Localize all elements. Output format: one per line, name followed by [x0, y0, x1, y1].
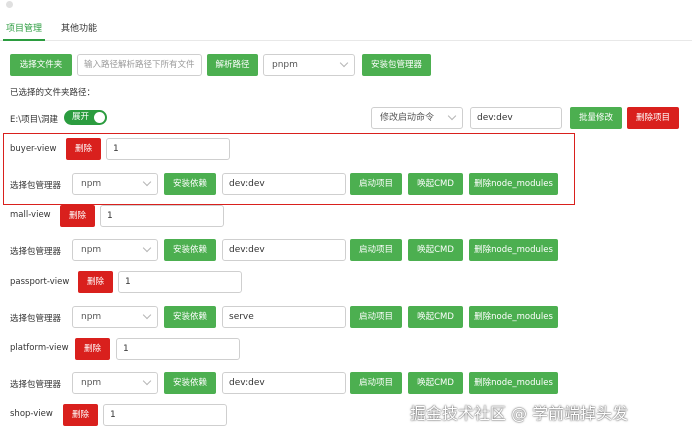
remove-node-modules-button[interactable]: 删除node_modules	[469, 372, 558, 394]
remove-node-modules-button[interactable]: 删除node_modules	[469, 239, 558, 261]
pm-label: 选择包管理器	[10, 380, 62, 390]
toggle-knob	[94, 112, 105, 123]
passport-view-pm-select[interactable]: npm	[72, 306, 158, 328]
project-name-mall-view: mall-view	[10, 210, 51, 220]
project-name-buyer-view: buyer-view	[10, 144, 57, 154]
pm-select-value: npm	[81, 312, 102, 322]
start-command-input[interactable]: dev:dev	[222, 173, 346, 195]
delete-shop-view-button[interactable]: 删除	[63, 404, 98, 426]
chevron-down-icon	[142, 376, 152, 386]
remove-node-modules-button[interactable]: 删除node_modules	[469, 306, 558, 328]
start-project-button[interactable]: 启动项目	[350, 306, 402, 328]
tab-divider	[0, 40, 692, 41]
chevron-down-icon	[447, 111, 457, 121]
choose-folder-button[interactable]: 选择文件夹	[10, 54, 72, 76]
chevron-down-icon	[142, 177, 152, 187]
chevron-down-icon	[142, 243, 152, 253]
package-manager-value: pnpm	[272, 60, 298, 70]
pm-select-value: npm	[81, 378, 102, 388]
mall-view-pm-select[interactable]: npm	[72, 239, 158, 261]
tab-project-management[interactable]: 项目管理	[6, 21, 42, 34]
package-manager-select[interactable]: pnpm	[263, 54, 355, 76]
watermark: 掘金技术社区 @ 学前端掉头发	[410, 404, 629, 423]
buyer-view-pm-select[interactable]: npm	[72, 173, 158, 195]
install-deps-button[interactable]: 安装依赖	[164, 173, 216, 195]
install-pm-button[interactable]: 安装包管理器	[362, 54, 431, 76]
active-tab-indicator	[3, 39, 45, 41]
open-cmd-button[interactable]: 唤起CMD	[408, 306, 463, 328]
pm-label: 选择包管理器	[10, 314, 62, 324]
shop-view-count-input[interactable]: 1	[103, 404, 227, 426]
pm-select-value: npm	[81, 179, 102, 189]
chevron-down-icon	[142, 310, 152, 320]
start-command-input[interactable]: dev:dev	[222, 239, 346, 261]
modify-command-placeholder: 修改启动命令	[380, 113, 435, 123]
buyer-view-count-input[interactable]: 1	[106, 138, 230, 160]
open-cmd-button[interactable]: 唤起CMD	[408, 173, 463, 195]
expand-toggle[interactable]: 展开	[64, 110, 107, 125]
modify-command-select[interactable]: 修改启动命令	[371, 107, 463, 129]
chevron-down-icon	[339, 58, 349, 68]
delete-platform-view-button[interactable]: 删除	[75, 338, 110, 360]
remove-node-modules-button[interactable]: 删除node_modules	[469, 173, 558, 195]
batch-modify-button[interactable]: 批量修改	[570, 107, 622, 129]
pm-label: 选择包管理器	[10, 247, 62, 257]
pm-label: 选择包管理器	[10, 181, 62, 191]
project-name-platform-view: platform-view	[10, 343, 69, 353]
install-deps-button[interactable]: 安装依赖	[164, 372, 216, 394]
start-command-input[interactable]: serve	[222, 306, 346, 328]
mall-view-count-input[interactable]: 1	[100, 205, 224, 227]
pm-select-value: npm	[81, 245, 102, 255]
install-deps-button[interactable]: 安装依赖	[164, 306, 216, 328]
tab-other-functions[interactable]: 其他功能	[61, 21, 97, 34]
delete-mall-view-button[interactable]: 删除	[60, 205, 95, 227]
selected-folder-label: 已选择的文件夹路径：	[10, 88, 96, 98]
install-deps-button[interactable]: 安装依赖	[164, 239, 216, 261]
open-cmd-button[interactable]: 唤起CMD	[408, 372, 463, 394]
project-name-shop-view: shop-view	[10, 409, 53, 419]
start-project-button[interactable]: 启动项目	[350, 239, 402, 261]
open-cmd-button[interactable]: 唤起CMD	[408, 239, 463, 261]
start-command-input[interactable]: dev:dev	[222, 372, 346, 394]
window-dot	[6, 1, 13, 8]
delete-passport-view-button[interactable]: 删除	[78, 271, 113, 293]
start-project-button[interactable]: 启动项目	[350, 173, 402, 195]
delete-project-button[interactable]: 删除项目	[627, 107, 679, 129]
path-input[interactable]: 输入路径解析路径下所有文件	[77, 54, 202, 76]
folder-path: E:\项目\洞建	[10, 115, 58, 125]
parse-path-button[interactable]: 解析路径	[207, 54, 258, 76]
delete-buyer-view-button[interactable]: 删除	[66, 138, 101, 160]
expand-toggle-label: 展开	[72, 112, 90, 122]
project-name-passport-view: passport-view	[10, 277, 70, 287]
platform-view-pm-select[interactable]: npm	[72, 372, 158, 394]
command-input[interactable]: dev:dev	[470, 107, 562, 129]
passport-view-count-input[interactable]: 1	[118, 271, 242, 293]
platform-view-count-input[interactable]: 1	[116, 338, 240, 360]
start-project-button[interactable]: 启动项目	[350, 372, 402, 394]
